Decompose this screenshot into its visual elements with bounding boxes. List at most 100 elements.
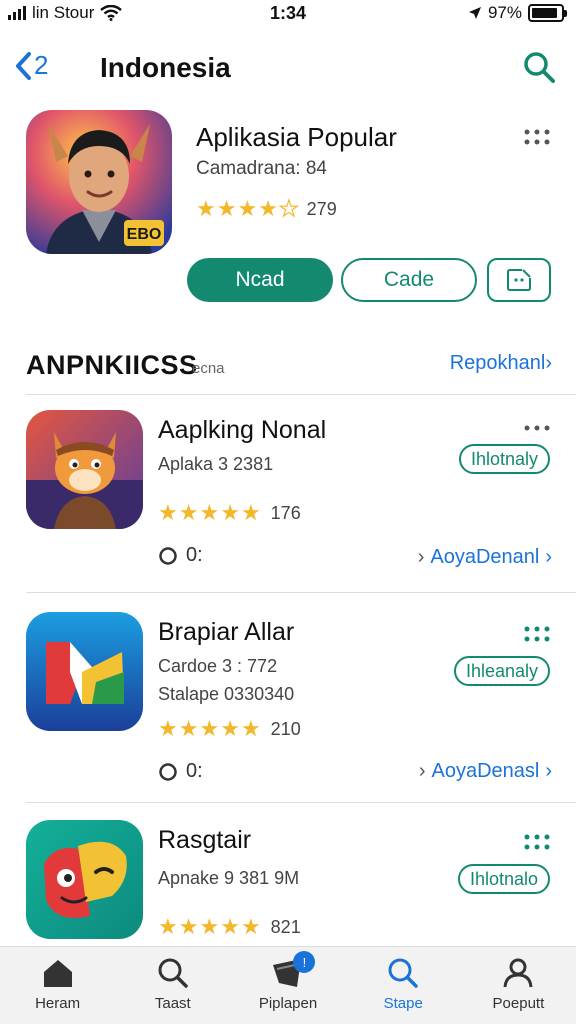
app-icon[interactable] — [26, 820, 143, 939]
back-label: 2 — [34, 50, 49, 80]
chevron-left-icon — [16, 51, 31, 80]
notification-badge: ! — [293, 951, 316, 973]
circle-icon — [159, 546, 177, 565]
star-rating: ★ ★ ★ ★ ★ — [196, 196, 299, 221]
star-icon: ★ — [178, 716, 199, 741]
star-icon: ★ — [199, 716, 220, 741]
featured-app-icon[interactable]: EBO — [26, 110, 172, 254]
app-rating: ★ ★ ★ ★ ★ 176 — [158, 502, 301, 524]
search-icon[interactable] — [522, 50, 556, 84]
star-rating: ★ ★ ★ ★ ★ — [158, 502, 261, 524]
app-link-label: AoyaDenanl — [430, 546, 540, 568]
featured-icon-label: EBO — [127, 226, 162, 243]
app-detail-link[interactable]: › AoyaDenanl › — [418, 546, 552, 569]
star-icon: ★ — [178, 914, 199, 939]
search-icon — [388, 958, 418, 988]
tab-search[interactable]: Taast — [115, 947, 230, 1024]
rating-count: 821 — [270, 916, 301, 937]
battery-icon — [528, 4, 567, 22]
star-rating: ★ ★ ★ ★ ★ — [158, 916, 261, 938]
star-icon: ★ — [216, 196, 237, 221]
section-see-all-link[interactable]: Repokhanl› — [450, 352, 552, 375]
get-button[interactable]: Ihlotnalo — [457, 864, 550, 894]
app-icon[interactable] — [26, 612, 143, 731]
chevron-right-icon: › — [545, 546, 552, 568]
tab-label: Stape — [383, 995, 423, 1012]
status-bar: lin Stour 1:34 97% — [0, 0, 576, 30]
share-button[interactable] — [487, 258, 551, 302]
app-icon[interactable] — [26, 410, 143, 529]
app-detail: Apnake 9 381 9M — [158, 868, 300, 888]
more-dots-icon[interactable] — [524, 128, 550, 146]
star-icon: ★ — [220, 716, 240, 741]
app-meta-value: 0: — [186, 760, 203, 782]
rating-count: 176 — [270, 502, 301, 523]
app-link-label: AoyaDenasl — [431, 760, 540, 782]
primary-button[interactable]: Ncad — [187, 258, 333, 302]
tab-stape[interactable]: Stape — [346, 947, 461, 1024]
tab-apps[interactable]: ! Piplapen — [230, 947, 345, 1024]
divider — [26, 802, 576, 803]
star-icon: ★ — [240, 716, 261, 741]
star-icon: ★ — [258, 196, 278, 221]
list-item[interactable]: Rasgtair Apnake 9 381 9M ★ ★ ★ ★ ★ 821 Ihlot… — [0, 820, 576, 944]
featured-app-subtitle: Camadrana: 84 — [196, 158, 327, 179]
person-icon — [503, 958, 533, 988]
chevron-right-icon: › — [545, 760, 552, 782]
star-icon: ★ — [158, 716, 178, 741]
arrow-right-icon: › — [418, 760, 426, 782]
star-icon: ★ — [196, 196, 216, 221]
star-icon: ★ — [237, 196, 258, 221]
star-icon: ★ — [158, 500, 178, 525]
app-name: Brapiar Allar — [158, 618, 295, 646]
app-meta: 0: — [158, 760, 203, 783]
grid-dots-icon[interactable] — [524, 626, 550, 642]
app-detail-link[interactable]: › AoyaDenasl › — [419, 760, 552, 783]
app-meta: 0: — [158, 544, 203, 567]
nav-bar: 2 Indonesia — [0, 40, 576, 96]
app-name: Aaplking Nonal — [158, 416, 327, 444]
list-item[interactable]: Aaplking Nonal Aplaka 3 2381 ★ ★ ★ ★ ★ 176 I… — [0, 410, 576, 600]
location-icon — [468, 7, 481, 19]
section-note: ecna — [192, 360, 225, 377]
star-icon: ★ — [240, 500, 261, 525]
page-title: Indonesia — [100, 52, 231, 83]
app-detail: Cardoe 3 : 772 — [158, 656, 278, 676]
star-icon: ★ — [158, 914, 178, 939]
rating-count: 279 — [306, 198, 337, 219]
home-icon — [43, 960, 72, 987]
app-name: Rasgtair — [158, 826, 252, 854]
secondary-button[interactable]: Cade — [341, 258, 477, 302]
tab-bar: Heram Taast ! Piplapen Stape Poeputt — [0, 946, 576, 1024]
app-detail: Aplaka 3 2381 — [158, 454, 274, 474]
circle-icon — [159, 762, 177, 781]
arrow-right-icon: › — [417, 546, 425, 568]
divider — [26, 394, 576, 395]
get-button[interactable]: Ihlotnaly — [458, 444, 550, 474]
star-icon: ★ — [220, 500, 240, 525]
tab-profile[interactable]: Poeputt — [461, 947, 576, 1024]
section-link-label: Repokhanl — [449, 352, 546, 374]
star-icon: ★ — [199, 914, 220, 939]
grid-dots-icon[interactable] — [524, 834, 550, 850]
more-dots-icon[interactable] — [524, 424, 550, 432]
list-item[interactable]: Brapiar Allar Cardoe 3 : 772 Stalape 033… — [0, 612, 576, 802]
tab-label: Taast — [154, 995, 191, 1012]
app-detail-secondary: Stalape 0330340 — [158, 684, 295, 704]
section-title: ANPNKIICSS — [26, 350, 198, 380]
divider — [26, 592, 576, 593]
star-icon: ★ — [220, 914, 240, 939]
featured-app: EBO Aplikasia Popular Camadrana: 84 ★ ★ ★ ★… — [0, 110, 576, 310]
tab-label: Piplapen — [258, 995, 318, 1012]
tab-label: Heram — [35, 995, 81, 1012]
featured-app-title: Aplikasia Popular — [196, 122, 397, 152]
app-rating: ★ ★ ★ ★ ★ 210 — [158, 718, 301, 740]
battery-percent: 97% — [487, 3, 522, 22]
share-icon — [507, 269, 531, 291]
star-icon: ★ — [240, 914, 261, 939]
rating-count: 210 — [270, 718, 301, 739]
star-rating: ★ ★ ★ ★ ★ — [158, 718, 261, 740]
get-button[interactable]: Ihleanaly — [453, 656, 550, 686]
tab-home[interactable]: Heram — [0, 947, 115, 1024]
back-button[interactable]: 2 — [14, 50, 48, 81]
